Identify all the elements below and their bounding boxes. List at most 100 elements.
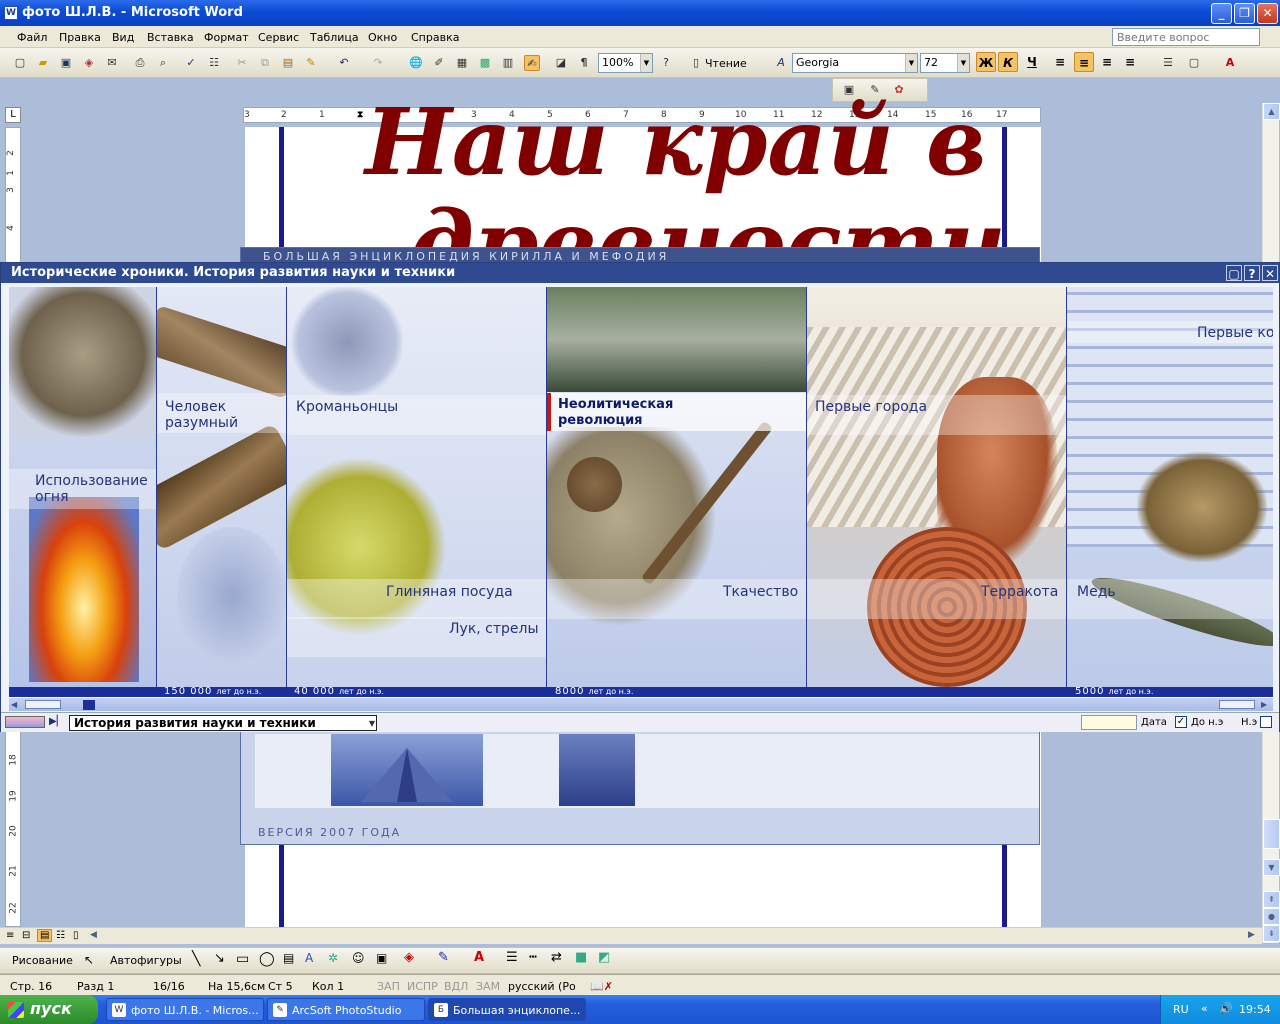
- underline-button[interactable]: Ч: [1022, 52, 1042, 72]
- maximize-button[interactable]: ❐: [1234, 3, 1255, 24]
- help-icon[interactable]: ?: [658, 55, 674, 71]
- reading-label[interactable]: Чтение: [705, 57, 747, 70]
- spelling-status-icon[interactable]: 📖✗: [590, 980, 613, 993]
- line-spacing-icon[interactable]: ☰: [1160, 55, 1176, 71]
- menu-tools[interactable]: Сервис: [258, 31, 299, 44]
- new-document-icon[interactable]: ▢: [12, 55, 28, 71]
- status-overtype[interactable]: ЗАМ: [476, 980, 500, 993]
- rectangle-icon[interactable]: ▭: [236, 951, 249, 967]
- insert-excel-icon[interactable]: ▩: [477, 55, 493, 71]
- arrow-icon[interactable]: ↘: [214, 951, 225, 966]
- hyperlink-icon[interactable]: 🌐: [408, 55, 424, 71]
- timeline-position-marker[interactable]: [83, 700, 95, 710]
- clipart-icon[interactable]: ☺: [352, 951, 365, 965]
- pyramid-image[interactable]: [331, 734, 483, 806]
- tables-borders-icon[interactable]: ✐: [431, 55, 447, 71]
- copy-icon[interactable]: ⧉: [257, 55, 273, 71]
- close-button[interactable]: ✕: [1257, 3, 1278, 24]
- label-neolithic[interactable]: Неолитическая революция: [558, 397, 708, 429]
- panel-copper[interactable]: Первые ко Медь: [1067, 287, 1273, 687]
- scroll-down-icon[interactable]: ▼: [1263, 859, 1280, 876]
- scroll-right-icon[interactable]: ▶: [1248, 930, 1255, 940]
- close-icon[interactable]: ✕: [1262, 265, 1278, 281]
- ask-question-input[interactable]: Введите вопрос: [1112, 28, 1260, 46]
- horizontal-scrollbar[interactable]: ≡ ⊟ ▤ ☷ ▯ ◀ ▶: [0, 927, 1262, 944]
- textbox-icon[interactable]: ▤: [283, 951, 294, 965]
- line-color-icon[interactable]: ✎: [438, 950, 449, 965]
- format-painter-icon[interactable]: ✎: [303, 55, 319, 71]
- insert-table-icon[interactable]: ▦: [454, 55, 470, 71]
- timeline-scroll-thumb[interactable]: [25, 700, 61, 709]
- menu-format[interactable]: Формат: [204, 31, 249, 44]
- menu-table[interactable]: Таблица: [310, 31, 359, 44]
- word-app-icon[interactable]: W: [4, 6, 18, 20]
- next-page-icon[interactable]: ⇟: [1263, 925, 1280, 942]
- align-center-icon[interactable]: ≡: [1074, 52, 1094, 72]
- save-icon[interactable]: ▣: [58, 55, 74, 71]
- reading-icon[interactable]: ▯: [688, 55, 704, 71]
- status-track[interactable]: ИСПР: [407, 980, 438, 993]
- oval-icon[interactable]: ◯: [259, 951, 275, 967]
- shadow-icon[interactable]: ■: [575, 950, 587, 965]
- research-icon[interactable]: ☷: [206, 55, 222, 71]
- panel-neolithic[interactable]: Неолитическая революция Ткачество: [547, 287, 807, 687]
- scroll-right-icon[interactable]: ▶: [1261, 700, 1267, 709]
- label-fire[interactable]: Использование огня: [35, 473, 155, 505]
- redo-icon[interactable]: ↷: [370, 55, 386, 71]
- line-style-icon[interactable]: ☰: [506, 950, 518, 965]
- people-image[interactable]: [559, 734, 635, 806]
- scroll-left-icon[interactable]: ◀: [11, 700, 17, 709]
- label-weaving[interactable]: Ткачество: [723, 584, 798, 600]
- indent-marker-icon[interactable]: ⧗: [357, 110, 363, 120]
- font-color-icon[interactable]: A: [1222, 55, 1238, 71]
- paste-icon[interactable]: ▤: [280, 55, 296, 71]
- bc-checkbox[interactable]: ✓: [1175, 716, 1187, 728]
- ad-checkbox[interactable]: [1260, 716, 1272, 728]
- styles-icon[interactable]: A: [773, 55, 789, 71]
- web-view-icon[interactable]: ⊟: [22, 930, 30, 941]
- menu-edit[interactable]: Правка: [59, 31, 101, 44]
- timeline-range-thumb[interactable]: [1219, 700, 1255, 709]
- language-indicator[interactable]: RU: [1173, 1003, 1189, 1016]
- wordart-icon[interactable]: A: [305, 951, 313, 965]
- borders-icon[interactable]: ▢: [1186, 55, 1202, 71]
- permission-icon[interactable]: ◈: [81, 55, 97, 71]
- line-icon[interactable]: ╲: [192, 951, 200, 967]
- task-encyclopedia[interactable]: Б Большая энциклопе...: [428, 998, 586, 1021]
- align-right-icon[interactable]: ≡: [1097, 52, 1117, 72]
- print-icon[interactable]: ⎙: [132, 55, 148, 71]
- reading-view-icon[interactable]: ▯: [73, 930, 79, 941]
- label-terracotta[interactable]: Терракота: [981, 584, 1058, 600]
- panel-cities[interactable]: Первые города Терракота: [807, 287, 1067, 687]
- task-arcsoft[interactable]: ✎ ArcSoft PhotoStudio: [267, 998, 425, 1021]
- tab-stop-selector[interactable]: L: [5, 107, 21, 123]
- diagram-icon[interactable]: ✲: [328, 951, 338, 965]
- chronicles-window[interactable]: Исторические хроники. История развития н…: [0, 262, 1280, 732]
- scroll-left-icon[interactable]: ◀: [90, 930, 97, 940]
- bold-button[interactable]: Ж: [976, 52, 996, 72]
- cut-icon[interactable]: ✂: [234, 55, 250, 71]
- previous-page-icon[interactable]: ⇞: [1263, 891, 1280, 908]
- italic-button[interactable]: К: [998, 52, 1018, 72]
- label-copper[interactable]: Медь: [1077, 584, 1116, 600]
- scroll-thumb[interactable]: [1263, 819, 1280, 849]
- outline-view-icon[interactable]: ☷: [56, 930, 65, 941]
- columns-icon[interactable]: ▥: [500, 55, 516, 71]
- timeline-scrollbar[interactable]: ◀ ▶: [9, 697, 1273, 711]
- play-icon[interactable]: ▶▏: [49, 716, 64, 727]
- document-map-icon[interactable]: ◪: [553, 55, 569, 71]
- start-button[interactable]: пуск: [0, 995, 98, 1024]
- clock[interactable]: 19:54: [1239, 1003, 1271, 1016]
- insert-picture-icon[interactable]: ▣: [376, 951, 387, 965]
- task-word[interactable]: Wфото Ш.Л.В. - Micros...: [106, 998, 264, 1021]
- date-input[interactable]: [1081, 715, 1137, 730]
- align-left-icon[interactable]: ≡: [1050, 52, 1070, 72]
- help-icon[interactable]: ?: [1244, 265, 1260, 281]
- undo-icon[interactable]: ↶: [336, 55, 352, 71]
- font-name-select[interactable]: Georgia ▼: [792, 53, 918, 73]
- spelling-icon[interactable]: ✓: [183, 55, 199, 71]
- minimize-button[interactable]: _: [1211, 3, 1232, 24]
- panel-cromagnon[interactable]: Кроманьонцы Глиняная посуда Лук, стрелы: [287, 287, 547, 687]
- menu-insert[interactable]: Вставка: [147, 31, 194, 44]
- volume-icon[interactable]: 🔊: [1219, 1002, 1233, 1015]
